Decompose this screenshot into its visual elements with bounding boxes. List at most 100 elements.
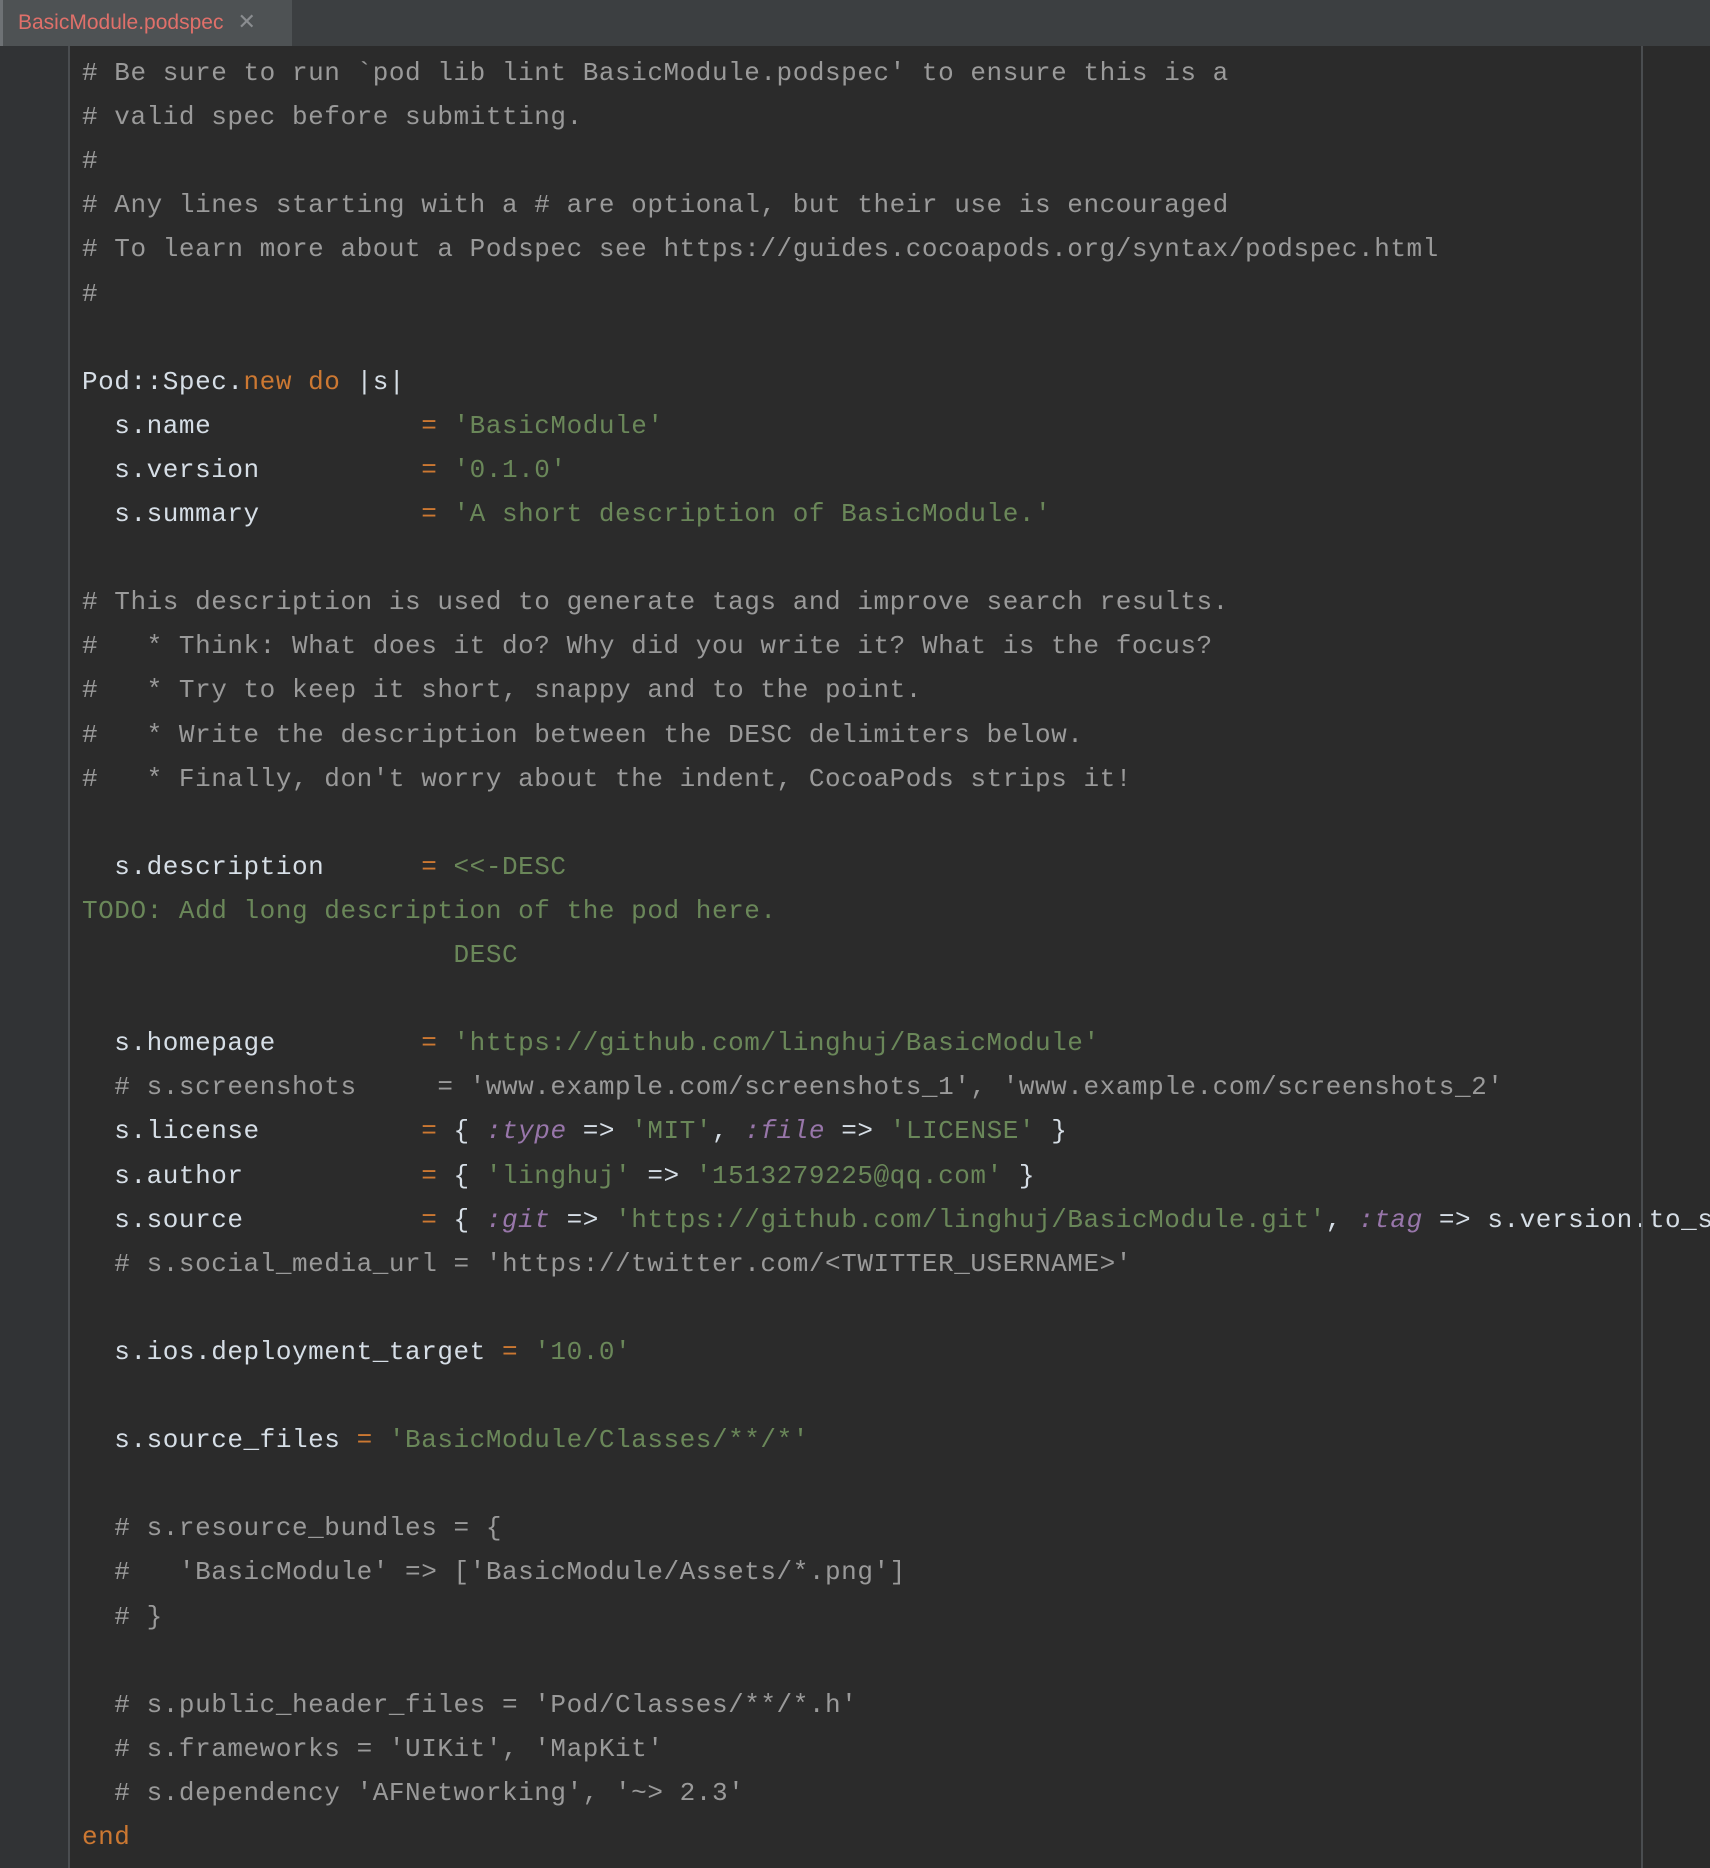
string-token: 'BasicModule' xyxy=(453,410,664,441)
code-token: } xyxy=(1035,1116,1068,1147)
string-token: 'A short description of BasicModule.' xyxy=(453,499,1052,529)
tab-filename: BasicModule.podspec xyxy=(18,11,224,34)
code-line: # s.frameworks = 'UIKit', 'MapKit' xyxy=(82,1727,664,1771)
operator-token: = xyxy=(501,1336,519,1367)
code-line: # s.dependency 'AFNetworking', '~> 2.3' xyxy=(82,1771,744,1815)
code-line: # s.public_header_files = 'Pod/Classes/*… xyxy=(82,1683,857,1727)
comment-token: # } xyxy=(82,1601,163,1632)
code-token: s.description xyxy=(82,851,422,882)
code-line: # * Write the description between the DE… xyxy=(82,713,1083,757)
code-token: { xyxy=(437,1160,486,1191)
comment-token: # s.dependency 'AFNetworking', '~> 2.3' xyxy=(82,1777,745,1808)
code-text-area[interactable]: # Be sure to run `pod lib lint BasicModu… xyxy=(70,46,1710,1868)
symbol-token: :tag xyxy=(1358,1204,1423,1235)
code-token: s.homepage xyxy=(82,1028,422,1059)
code-token: Pod::Spec. xyxy=(82,366,244,397)
code-line: s.license = { :type => 'MIT', :file => '… xyxy=(82,1109,1067,1153)
string-token: 'https://github.com/linghuj/BasicModule.… xyxy=(615,1204,1326,1235)
code-token: s.license xyxy=(82,1116,422,1147)
code-token: s.source_files xyxy=(82,1425,357,1456)
operator-token: = xyxy=(421,499,438,529)
code-token: s.author xyxy=(82,1160,422,1191)
code-editor: BasicModule.podspec ✕ # Be sure to run `… xyxy=(0,0,1710,1868)
string-token: 'BasicModule/Classes/**/*' xyxy=(388,1425,809,1456)
operator-token: = xyxy=(421,1204,438,1235)
operator-token: = xyxy=(421,454,438,485)
string-token: 'LICENSE' xyxy=(889,1116,1036,1147)
code-line: # * Finally, don't worry about the inden… xyxy=(82,757,1132,801)
symbol-token: :git xyxy=(485,1204,551,1235)
code-line: # Any lines starting with a # are option… xyxy=(82,183,1229,227)
code-token: , xyxy=(711,1116,745,1147)
string-token: 'linghuj' xyxy=(485,1160,632,1191)
code-token: |s| xyxy=(340,366,406,397)
code-token: , xyxy=(1325,1204,1359,1235)
code-line: s.source_files = 'BasicModule/Classes/**… xyxy=(82,1418,809,1462)
code-line: end xyxy=(82,1815,130,1859)
code-line: TODO: Add long description of the pod he… xyxy=(82,889,777,933)
keyword-token: do xyxy=(308,366,341,397)
operator-token: = xyxy=(421,1160,438,1191)
keyword-token: new xyxy=(243,366,292,397)
comment-token: # * Finally, don't worry about the inden… xyxy=(82,763,1132,794)
code-line: # xyxy=(82,139,98,183)
right-margin-guide xyxy=(1641,46,1643,1868)
symbol-token: :file xyxy=(744,1116,826,1147)
code-line: # To learn more about a Podspec see http… xyxy=(82,227,1439,271)
close-icon[interactable]: ✕ xyxy=(237,12,255,34)
operator-token: = xyxy=(421,410,438,441)
operator-token: = xyxy=(356,1425,373,1456)
code-line: # xyxy=(82,272,98,316)
code-line: s.summary = 'A short description of Basi… xyxy=(82,492,1051,536)
code-line: Pod::Spec.new do |s| xyxy=(82,360,405,404)
code-line: s.homepage = 'https://github.com/linghuj… xyxy=(82,1021,1100,1065)
code-token: } xyxy=(1002,1160,1036,1191)
code-line: # valid spec before submitting. xyxy=(82,95,583,139)
code-line: # Be sure to run `pod lib lint BasicModu… xyxy=(82,51,1229,95)
operator-token: = xyxy=(421,851,438,882)
code-line: s.author = { 'linghuj' => '1513279225@qq… xyxy=(82,1154,1035,1198)
code-token: => xyxy=(631,1160,696,1191)
code-line: # * Think: What does it do? Why did you … xyxy=(82,624,1213,668)
string-token: '0.1.0' xyxy=(453,454,567,485)
line-gutter[interactable] xyxy=(0,46,70,1868)
comment-token: # Any lines starting with a # are option… xyxy=(82,190,1229,221)
comment-token: # Be sure to run `pod lib lint BasicModu… xyxy=(82,58,1229,88)
operator-token: = xyxy=(421,1028,438,1059)
comment-token: # xyxy=(82,146,99,177)
comment-token: # s.public_header_files = 'Pod/Classes/*… xyxy=(82,1689,858,1720)
code-token: s.ios.deployment_target xyxy=(82,1336,502,1367)
code-line: # s.screenshots = 'www.example.com/scree… xyxy=(82,1065,1503,1109)
code-token: s.version xyxy=(82,454,422,485)
code-line: DESC xyxy=(82,933,518,977)
operator-token: = xyxy=(421,1116,438,1147)
string-token: 'https://github.com/linghuj/BasicModule' xyxy=(453,1028,1100,1059)
code-line: # s.social_media_url = 'https://twitter.… xyxy=(82,1242,1132,1286)
heredoc-token: TODO: Add long description of the pod he… xyxy=(82,895,777,926)
string-token: '10.0' xyxy=(534,1336,632,1367)
comment-token: # valid spec before submitting. xyxy=(82,102,583,133)
comment-token: # * Try to keep it short, snappy and to … xyxy=(82,675,922,706)
code-line: # This description is used to generate t… xyxy=(82,580,1229,624)
comment-token: # s.social_media_url = 'https://twitter.… xyxy=(82,1248,1132,1279)
comment-token: # xyxy=(82,278,99,309)
code-token: s.name xyxy=(82,410,422,441)
code-line: s.version = '0.1.0' xyxy=(82,448,567,492)
code-line: # * Try to keep it short, snappy and to … xyxy=(82,668,922,712)
tab-basicmodule-podspec[interactable]: BasicModule.podspec ✕ xyxy=(0,0,292,46)
comment-token: # * Write the description between the DE… xyxy=(82,719,1084,750)
heredoc-token: <<-DESC xyxy=(453,851,567,882)
code-token: s.source xyxy=(82,1204,422,1235)
code-token: => xyxy=(825,1116,890,1147)
comment-token: # * Think: What does it do? Why did you … xyxy=(82,631,1213,662)
code-token: { xyxy=(437,1116,486,1147)
comment-token: # To learn more about a Podspec see http… xyxy=(82,234,1439,265)
